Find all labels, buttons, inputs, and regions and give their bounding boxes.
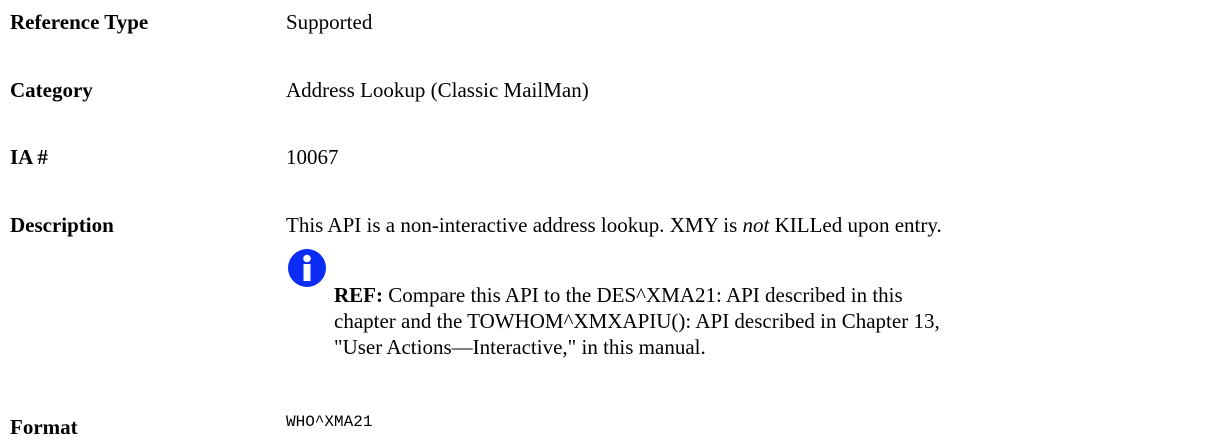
document-page: Reference Type Supported Category Addres…: [0, 0, 1216, 446]
description-value: This API is a non-interactive address lo…: [286, 212, 942, 238]
reference-note-line-1: REF: Compare this API to the DES^XMA21: …: [334, 282, 1214, 308]
description-text-start: This API is a non-interactive address lo…: [286, 213, 743, 237]
ia-number-value: 10067: [286, 145, 339, 169]
reference-note-text: REF: Compare this API to the DES^XMA21: …: [334, 282, 1214, 360]
reference-type-label: Reference Type: [10, 10, 149, 34]
ia-number-label: IA #: [10, 145, 48, 169]
reference-note-line-2: chapter and the TOWHOM^XMXAPIU(): API de…: [334, 309, 940, 333]
reference-note-line-1-text: Compare this API to the DES^XMA21: API d…: [383, 283, 903, 307]
reference-note-line-3: "User Actions—Interactive," in this manu…: [334, 335, 706, 359]
ref-label: REF:: [334, 283, 383, 307]
reference-type-value: Supported: [286, 10, 373, 34]
description-emphasis: not: [742, 213, 770, 237]
description-text-end: KILLed upon entry.: [769, 213, 942, 237]
description-label: Description: [10, 213, 114, 237]
format-label: Format: [10, 415, 78, 439]
category-label: Category: [10, 78, 93, 102]
category-value: Address Lookup (Classic MailMan): [286, 78, 589, 102]
reference-note: REF: Compare this API to the DES^XMA21: …: [287, 248, 1207, 359]
info-icon: [288, 249, 326, 287]
format-value: WHO^XMA21: [286, 413, 373, 431]
